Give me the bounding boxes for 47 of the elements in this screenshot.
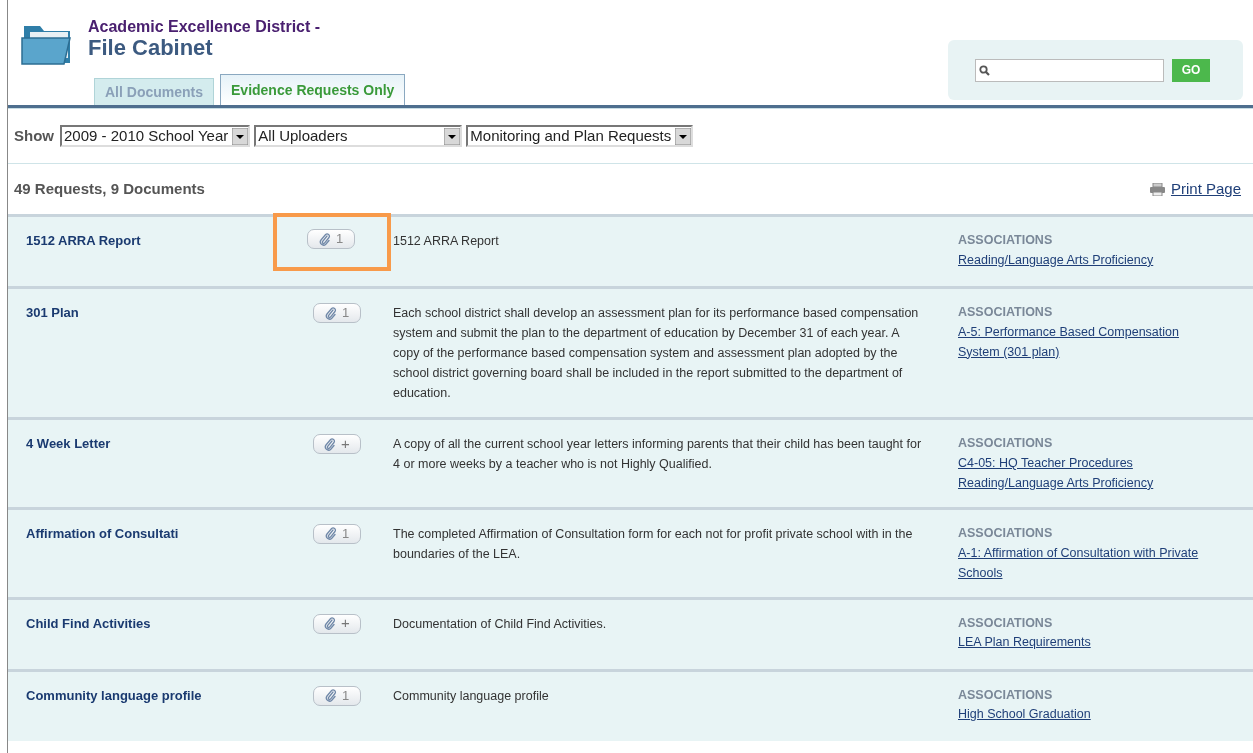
paperclip-icon (318, 232, 331, 246)
association-link[interactable]: Reading/Language Arts Proficiency (958, 472, 1218, 493)
associations-heading: ASSOCIATIONS (958, 232, 1054, 249)
paperclip-icon (324, 306, 337, 320)
association-link[interactable]: A-1: Affirmation of Consultation with Private Schools (958, 542, 1218, 583)
request-description: Each school district shall develop an assessment plan for its performance based compensation system and submit the plan to the department of education by December 31 of each year. A copy of the performance based compensation system and assessment plan adopted by the school district governing board shall be included in the report submitted to the department of education. (393, 305, 920, 402)
association-link[interactable]: LEA Plan Requirements (958, 632, 1218, 653)
request-name-link[interactable]: 301 Plan (8, 303, 278, 403)
filter-dropdown[interactable]: Monitoring and Plan Requests (466, 125, 694, 147)
dropdown-arrow-icon (444, 127, 461, 145)
request-name-link[interactable]: Child Find Activities (8, 613, 278, 655)
show-label: Show (14, 125, 54, 146)
request-summary: 49 Requests, 9 Documents (14, 178, 205, 199)
associations-heading: ASSOCIATIONS (958, 304, 1054, 321)
print-page-link[interactable]: Print Page (1170, 177, 1241, 201)
request-description: A copy of all the current school year letters informing parents that their child has been taught for 4 or more weeks by a teacher who is not Highly Qualified. (393, 436, 923, 473)
district-name: Academic Excellence District - (88, 18, 321, 36)
request-name-link[interactable]: 1512 ARRA Report (8, 231, 278, 272)
request-description: Documentation of Child Find Activities. (393, 615, 608, 633)
paperclip-icon (324, 689, 337, 702)
association-link[interactable]: C4-05: HQ Teacher Procedures (958, 452, 1218, 473)
search-field[interactable] (975, 58, 1164, 82)
associations-heading: ASSOCIATIONS (958, 614, 1054, 632)
association-link[interactable]: High School Graduation (958, 704, 1218, 725)
search-icon (979, 64, 990, 76)
associations-heading: ASSOCIATIONS (958, 524, 1054, 542)
filter-dropdown[interactable]: All Uploaders (254, 125, 463, 147)
filter-dropdown[interactable]: 2009 - 2010 School Year (60, 125, 251, 147)
attachment-button[interactable]: + (313, 613, 361, 634)
association-link[interactable]: Reading/Language Arts Proficiency (958, 249, 1218, 270)
paperclip-icon (324, 437, 337, 451)
dropdown-arrow-icon (232, 127, 249, 145)
dropdown-arrow-icon (675, 127, 692, 145)
request-name-link[interactable]: Community language profile (8, 685, 278, 727)
association-link[interactable]: A-5: Performance Based Compensation System (301 plan) (958, 321, 1218, 362)
request-description: The completed Affirmation of Consultation form for each not for profit private school with in the boundaries of the LEA. (393, 525, 914, 563)
request-name-link[interactable]: Affirmation of Consultati (8, 523, 278, 583)
attachment-button[interactable]: + (313, 434, 361, 454)
associations-heading: ASSOCIATIONS (958, 435, 1054, 452)
page-title: File Cabinet (88, 36, 214, 60)
paperclip-icon (324, 617, 337, 630)
associations-heading: ASSOCIATIONS (958, 686, 1054, 704)
request-name-link[interactable]: 4 Week Letter (8, 434, 278, 493)
paperclip-icon (324, 527, 337, 541)
printer-icon (1149, 182, 1165, 196)
request-description: Community language profile (393, 687, 550, 705)
request-description: 1512 ARRA Report (393, 233, 500, 250)
